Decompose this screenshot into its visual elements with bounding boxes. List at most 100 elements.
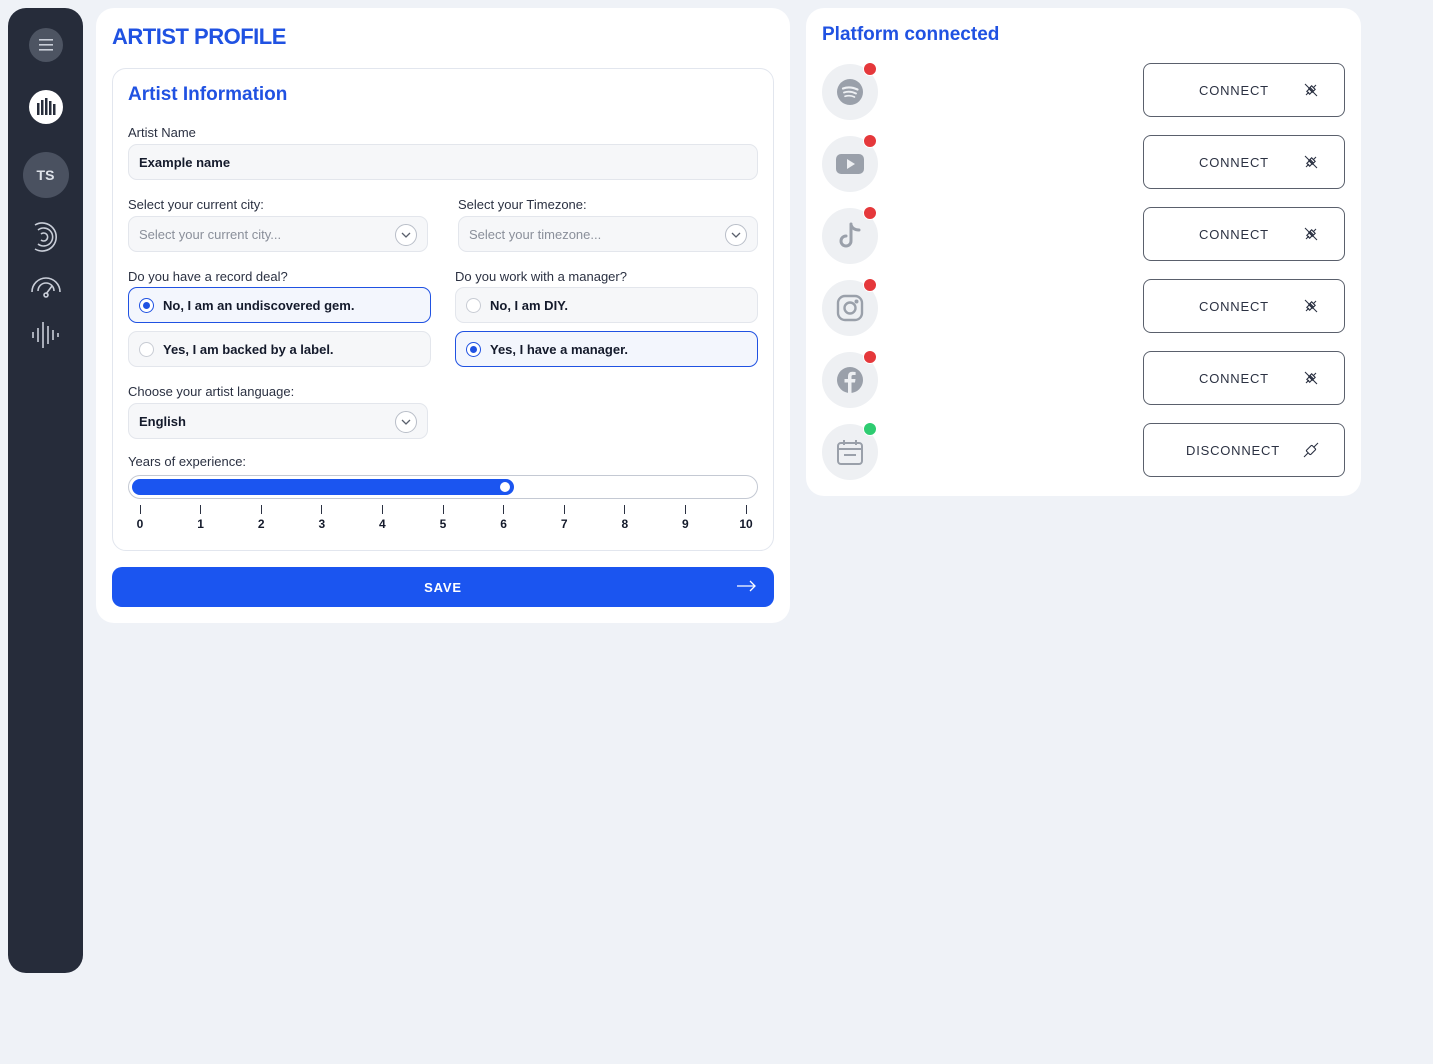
connect-button[interactable]: CONNECT [1143,351,1345,405]
tick-line [503,505,505,514]
tick-line [139,505,141,514]
plug-disconnected-icon [1304,299,1318,313]
record-deal-option-label: Yes, I am backed by a label. [163,341,334,357]
tick-label: 6 [500,517,507,531]
gauge-icon[interactable] [29,270,63,304]
platform-row-instagram: CONNECT [822,278,1345,336]
radio-unselected-icon [466,298,481,313]
tick-line [684,505,686,514]
timezone-label: Select your Timezone: [458,197,587,212]
plug-disconnected-icon [1304,227,1318,241]
experience-scale: 0 1 2 3 4 5 6 7 8 9 10 [128,505,758,535]
connect-button[interactable]: CONNECT [1143,279,1345,333]
record-deal-option-label: No, I am an undiscovered gem. [163,297,355,313]
manager-option-yes[interactable]: Yes, I have a manager. [455,331,758,367]
platform-row-spotify: CONNECT [822,62,1345,120]
radio-selected-icon [139,298,154,313]
experience-slider-thumb[interactable] [497,480,512,494]
save-label: SAVE [424,579,462,595]
city-label: Select your current city: [128,197,264,212]
tick-label: 10 [739,517,753,531]
tick-label: 2 [257,517,265,531]
platform-connected-panel: Platform connected CONNECT CONNECT CONNE… [806,8,1361,496]
experience-slider-fill [132,479,514,495]
avatar[interactable]: TS [22,152,69,198]
city-select[interactable]: Select your current city... [128,216,428,252]
language-select[interactable]: English [128,403,428,439]
tick-label: 9 [682,517,689,531]
sidebar: TS [8,8,83,973]
scale-tick: 5 [433,505,453,531]
status-dot [863,278,877,292]
city-placeholder: Select your current city... [139,226,282,242]
manager-label: Do you work with a manager? [455,269,627,284]
scale-tick: 10 [736,505,756,531]
chevron-down-icon [725,224,747,246]
tick-line [563,505,565,514]
tick-line [260,505,262,514]
status-dot [863,350,877,364]
tick-line [321,505,323,514]
disconnect-button[interactable]: DISCONNECT [1143,423,1345,477]
timezone-select[interactable]: Select your timezone... [458,216,758,252]
radio-unselected-icon [139,342,154,357]
section-title: Artist Information [128,84,288,105]
chevron-down-icon [395,224,417,246]
connect-button[interactable]: CONNECT [1143,135,1345,189]
plug-disconnected-icon [1304,155,1318,169]
language-value: English [139,413,186,429]
status-dot [863,62,877,76]
artist-name-label: Artist Name [128,125,196,140]
connect-button[interactable]: CONNECT [1143,63,1345,117]
connect-label: CONNECT [1199,154,1269,170]
arrow-right-icon [737,580,756,592]
tick-label: 5 [439,517,447,531]
tick-line [442,505,444,514]
save-button[interactable]: SAVE [112,567,774,607]
chevron-down-icon [395,411,417,433]
scale-tick: 7 [554,505,574,531]
scale-tick: 4 [372,505,392,531]
tick-label: 1 [197,517,204,531]
scale-tick: 0 [130,505,150,531]
timezone-placeholder: Select your timezone... [469,226,602,242]
tick-line [624,505,626,514]
manager-option-label: Yes, I have a manager. [490,341,629,357]
platforms-title: Platform connected [822,24,1000,45]
sound-bars-logo-icon[interactable] [28,90,63,124]
signal-arcs-icon[interactable] [29,220,63,254]
language-label: Choose your artist language: [128,384,295,399]
disconnect-label: DISCONNECT [1186,442,1280,458]
experience-slider[interactable] [128,475,758,499]
scale-tick: 8 [615,505,635,531]
connect-button[interactable]: CONNECT [1143,207,1345,261]
scale-tick: 1 [191,505,211,531]
tick-line [200,505,202,514]
record-deal-option-yes[interactable]: Yes, I am backed by a label. [128,331,431,367]
tick-label: 7 [560,517,568,531]
platform-row-calendar: DISCONNECT [822,422,1345,480]
plug-disconnected-icon [1304,83,1318,97]
manager-option-no[interactable]: No, I am DIY. [455,287,758,323]
platform-row-tiktok: CONNECT [822,206,1345,264]
connect-label: CONNECT [1199,226,1269,242]
experience-label: Years of experience: [128,454,247,469]
artist-name-value: Example name [139,154,231,170]
scale-tick: 6 [494,505,514,531]
record-deal-option-no[interactable]: No, I am an undiscovered gem. [128,287,431,323]
connect-label: CONNECT [1199,82,1269,98]
page-title: ARTIST PROFILE [112,24,286,49]
status-dot [863,134,877,148]
scale-tick: 2 [251,505,271,531]
scale-tick: 3 [312,505,332,531]
record-deal-label: Do you have a record deal? [128,269,288,284]
platform-row-youtube: CONNECT [822,134,1345,192]
menu-icon[interactable] [28,28,63,62]
platform-row-facebook: CONNECT [822,350,1345,408]
waveform-icon[interactable] [29,318,63,352]
connect-label: CONNECT [1199,298,1269,314]
status-dot [863,422,877,436]
artist-name-input[interactable]: Example name [128,144,758,180]
tick-line [745,505,747,514]
manager-option-label: No, I am DIY. [490,297,569,313]
